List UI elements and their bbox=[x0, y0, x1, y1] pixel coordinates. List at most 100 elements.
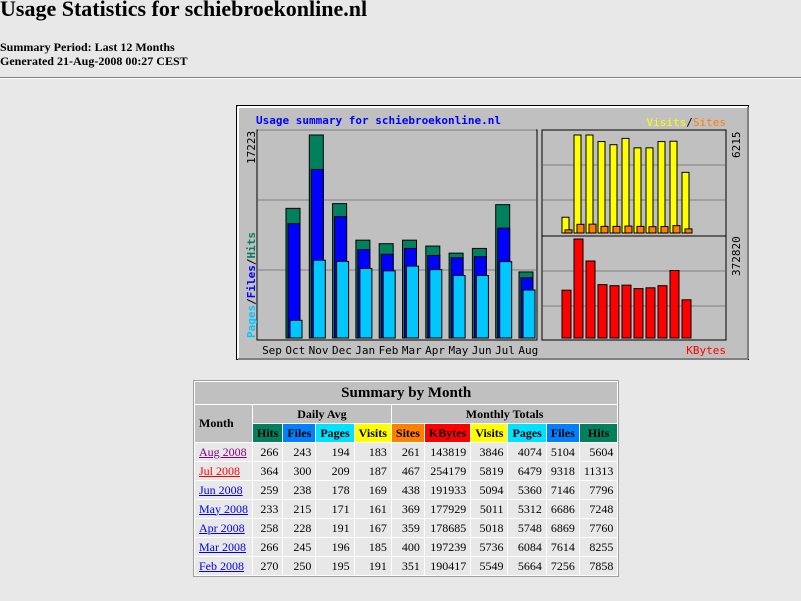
month-cell: Jun 2008 bbox=[195, 481, 252, 499]
month-axis-label: Jun bbox=[472, 344, 492, 357]
value-cell: 5549 bbox=[471, 557, 508, 575]
sites-bar bbox=[672, 225, 681, 234]
value-cell: 7248 bbox=[579, 500, 618, 518]
value-cell: 9318 bbox=[546, 462, 579, 480]
value-cell: 5736 bbox=[471, 538, 508, 556]
value-cell: 245 bbox=[283, 538, 316, 556]
value-cell: 178685 bbox=[424, 519, 471, 537]
daily-avg-header: Daily Avg bbox=[253, 405, 391, 423]
month-axis-label: Jul bbox=[495, 344, 515, 357]
usage-summary-graph: Usage summary for schiebroekonline.nl Vi… bbox=[236, 105, 749, 360]
visits-bar bbox=[609, 144, 618, 234]
value-cell: 191 bbox=[316, 519, 354, 537]
month-axis-label: Dec bbox=[332, 344, 352, 357]
month-link[interactable]: Aug 2008 bbox=[199, 445, 247, 459]
value-cell: 6084 bbox=[508, 538, 546, 556]
value-cell: 238 bbox=[283, 481, 316, 499]
table-row: Jul 2008 364 300 209 187 467 254179 5819 6479 931… bbox=[195, 462, 618, 480]
value-cell: 177929 bbox=[424, 500, 471, 518]
daily-hits-header: Hits bbox=[253, 424, 283, 442]
value-cell: 215 bbox=[283, 500, 316, 518]
value-cell: 233 bbox=[253, 500, 283, 518]
value-cell: 7146 bbox=[546, 481, 579, 499]
table-caption: Summary by Month bbox=[195, 382, 618, 404]
visits-bar bbox=[645, 147, 654, 234]
kbytes-legend: KBytes bbox=[686, 344, 726, 357]
value-cell: 7796 bbox=[579, 481, 618, 499]
month-link[interactable]: May 2008 bbox=[199, 502, 248, 516]
month-axis-label: Mar bbox=[402, 344, 422, 357]
value-cell: 364 bbox=[253, 462, 283, 480]
visits-bar bbox=[621, 137, 630, 234]
sites-bar bbox=[636, 225, 645, 234]
value-cell: 5360 bbox=[508, 481, 546, 499]
visits-bar bbox=[573, 134, 582, 234]
visits-bar bbox=[669, 140, 678, 234]
usage-summary-graph-svg: Usage summary for schiebroekonline.nl Vi… bbox=[237, 106, 749, 360]
legend-files: Files bbox=[245, 265, 258, 298]
kbytes-bar bbox=[561, 289, 572, 339]
table-row: Apr 2008 258 228 191 167 359 178685 5018 5748 686… bbox=[195, 519, 618, 537]
month-axis-label: Oct bbox=[285, 344, 305, 357]
value-cell: 351 bbox=[391, 557, 424, 575]
month-cell: Apr 2008 bbox=[195, 519, 252, 537]
value-cell: 185 bbox=[354, 538, 391, 556]
table-row: Mar 2008 266 245 196 185 400 197239 5736 6084 761… bbox=[195, 538, 618, 556]
value-cell: 7760 bbox=[579, 519, 618, 537]
value-cell: 11313 bbox=[579, 462, 618, 480]
kbytes-bar bbox=[681, 299, 692, 339]
legend-slash: / bbox=[686, 116, 693, 129]
month-axis-label: Apr bbox=[425, 344, 445, 357]
sites-bar bbox=[648, 226, 657, 234]
month-link[interactable]: Jun 2008 bbox=[199, 483, 243, 497]
month-link[interactable]: Apr 2008 bbox=[199, 521, 245, 535]
pages-bar bbox=[452, 275, 466, 339]
value-cell: 300 bbox=[283, 462, 316, 480]
month-cell: Mar 2008 bbox=[195, 538, 252, 556]
horizontal-rule bbox=[0, 77, 801, 79]
sites-bar bbox=[576, 223, 585, 234]
value-cell: 191 bbox=[354, 557, 391, 575]
total-kbytes-header: KBytes bbox=[424, 424, 471, 442]
kbytes-bar bbox=[645, 287, 656, 339]
visits-bar bbox=[681, 171, 690, 234]
value-cell: 6869 bbox=[546, 519, 579, 537]
table-row: Jun 2008 259 238 178 169 438 191933 5094 5360 714… bbox=[195, 481, 618, 499]
month-link[interactable]: Jul 2008 bbox=[199, 464, 240, 478]
pages-bar bbox=[429, 269, 443, 339]
value-cell: 187 bbox=[354, 462, 391, 480]
legend-hits: Hits bbox=[245, 232, 258, 259]
sites-bar bbox=[564, 229, 573, 234]
value-cell: 195 bbox=[316, 557, 354, 575]
value-cell: 7614 bbox=[546, 538, 579, 556]
value-cell: 190417 bbox=[424, 557, 471, 575]
value-cell: 4074 bbox=[508, 443, 546, 461]
left-legend: Pages/Files/Hits bbox=[245, 232, 258, 338]
pages-bar bbox=[382, 270, 396, 339]
value-cell: 161 bbox=[354, 500, 391, 518]
pages-bar bbox=[406, 265, 419, 339]
total-visits-header: Visits bbox=[471, 424, 508, 442]
month-axis-label: Nov bbox=[309, 344, 329, 357]
kbytes-bar bbox=[657, 285, 668, 339]
summary-period-text: Summary Period: Last 12 Months bbox=[0, 40, 175, 54]
month-axis-label: Feb bbox=[379, 344, 399, 357]
sites-bar bbox=[600, 225, 609, 234]
value-cell: 259 bbox=[253, 481, 283, 499]
month-link[interactable]: Mar 2008 bbox=[199, 540, 246, 554]
value-cell: 196 bbox=[316, 538, 354, 556]
total-pages-header: Pages bbox=[508, 424, 546, 442]
visits-bar bbox=[597, 141, 606, 234]
month-header: Month bbox=[195, 405, 252, 442]
sites-bar bbox=[684, 228, 693, 234]
month-axis-label: Sep bbox=[262, 344, 282, 357]
month-axis-label: May bbox=[448, 344, 468, 357]
page-title: Usage Statistics for schiebroekonline.nl bbox=[0, 0, 368, 21]
value-cell: 6479 bbox=[508, 462, 546, 480]
value-cell: 359 bbox=[391, 519, 424, 537]
value-cell: 270 bbox=[253, 557, 283, 575]
visits-bar bbox=[585, 134, 594, 234]
monthly-totals-header: Monthly Totals bbox=[391, 405, 618, 423]
month-link[interactable]: Feb 2008 bbox=[199, 559, 244, 573]
daily-files-header: Files bbox=[283, 424, 316, 442]
